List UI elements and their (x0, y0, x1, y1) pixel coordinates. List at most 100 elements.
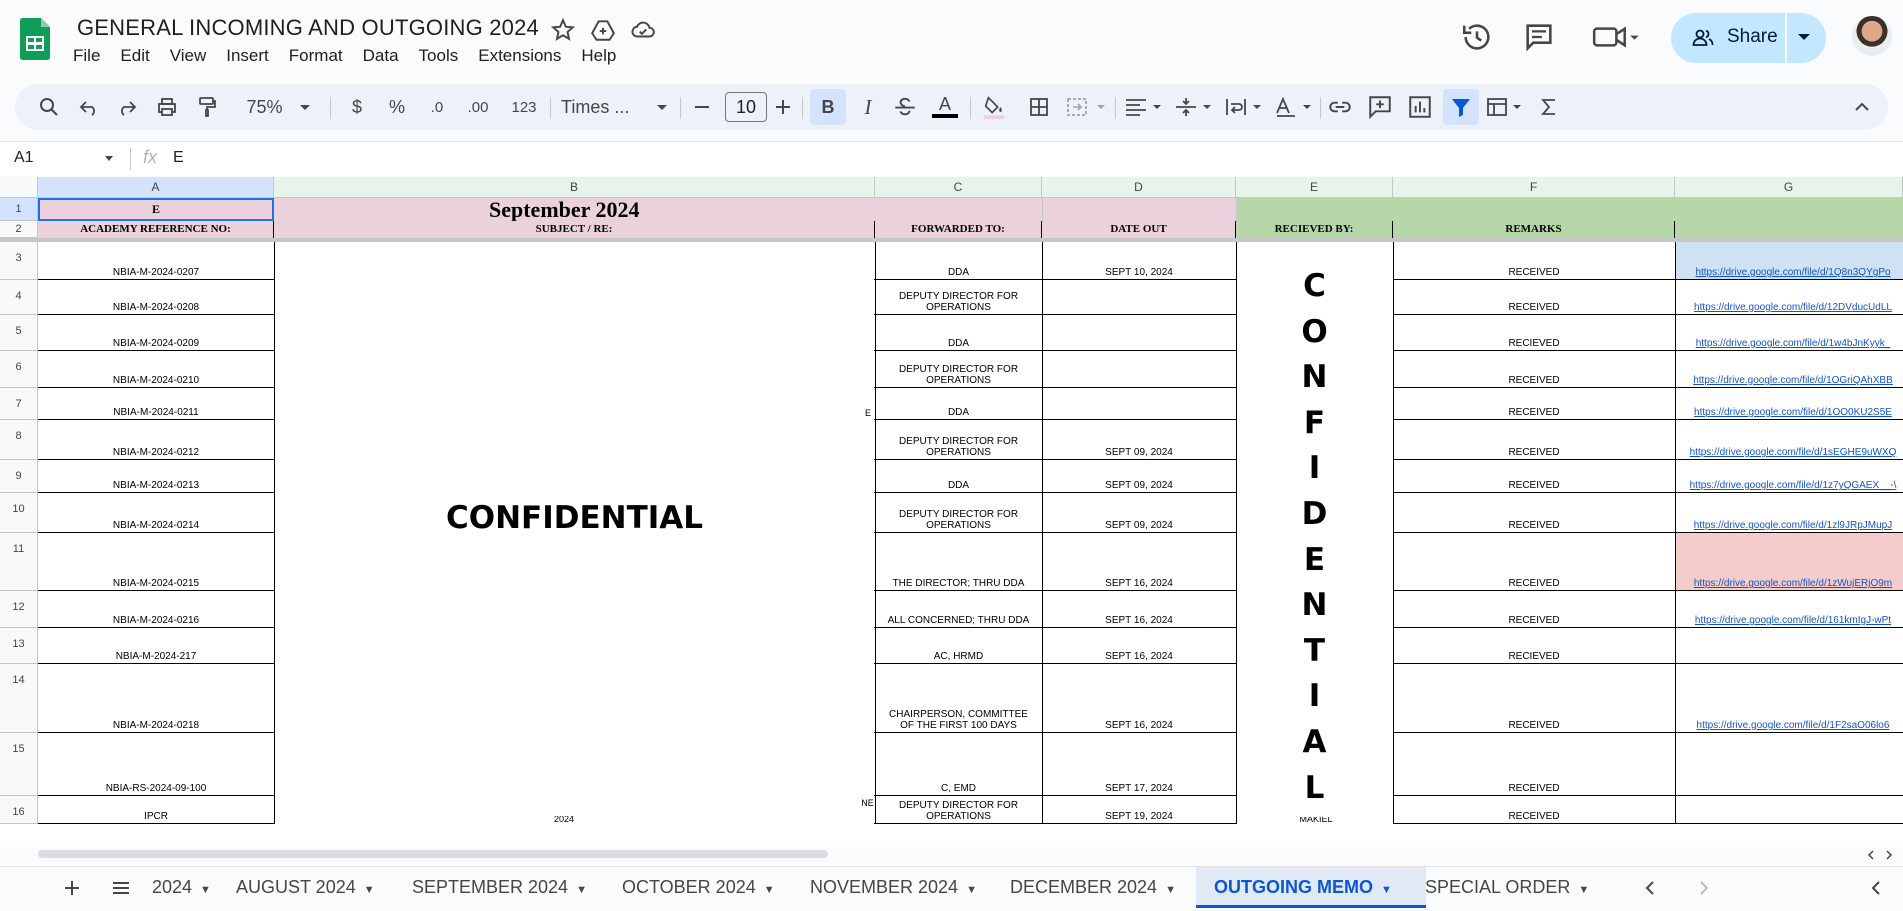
undo-icon[interactable] (77, 94, 101, 120)
tabs-scroll-right-icon[interactable] (1694, 879, 1712, 897)
date-out[interactable] (1042, 388, 1236, 420)
document-title[interactable]: GENERAL INCOMING AND OUTGOING 2024 (77, 15, 539, 41)
header-e[interactable]: RECIEVED BY: (1236, 221, 1393, 238)
search-menus-icon[interactable] (37, 94, 61, 120)
scroll-left-icon[interactable] (1866, 850, 1876, 860)
reference-number[interactable]: IPCR (38, 796, 274, 824)
forwarded-to[interactable]: C, EMD (875, 733, 1042, 796)
reference-number[interactable]: NBIA-M-2024-0211 (38, 388, 274, 420)
menu-help[interactable]: Help (581, 46, 616, 66)
row-header[interactable]: 1 (0, 198, 38, 221)
reference-number[interactable]: NBIA-M-2024-0213 (38, 460, 274, 493)
sheet-tab[interactable]: SPECIAL ORDER ▼ (1425, 867, 1625, 908)
remarks[interactable]: RECEIVED (1393, 533, 1675, 591)
date-out[interactable]: SEPT 09, 2024 (1042, 493, 1236, 533)
drive-link[interactable]: https://drive.google.com/file/d/1zl9JRpJ… (1675, 493, 1903, 533)
row-header[interactable]: 15 (0, 733, 38, 796)
date-out[interactable]: SEPT 16, 2024 (1042, 591, 1236, 628)
meet-icon[interactable] (1590, 20, 1640, 54)
drive-link-text[interactable]: https://drive.google.com/file/d/1F2saO06… (1697, 720, 1890, 731)
fill-color-icon[interactable] (980, 94, 1008, 120)
redo-icon[interactable] (115, 94, 139, 120)
percent-button[interactable]: % (385, 94, 409, 120)
insert-chart-icon[interactable] (1407, 94, 1433, 120)
avatar[interactable] (1852, 16, 1892, 56)
date-out[interactable]: SEPT 10, 2024 (1042, 242, 1236, 280)
reference-number[interactable]: NBIA-M-2024-0207 (38, 242, 274, 280)
row-header[interactable]: 14 (0, 664, 38, 733)
sheet-tab[interactable]: AUGUST 2024 ▼ (236, 867, 399, 908)
horizontal-scrollbar[interactable] (38, 850, 828, 858)
sheet-tab[interactable]: DECEMBER 2024 ▼ (1010, 867, 1195, 908)
row-header[interactable]: 16 (0, 796, 38, 824)
date-out[interactable]: SEPT 16, 2024 (1042, 664, 1236, 733)
forwarded-to[interactable]: THE DIRECTOR; THRU DDA (875, 533, 1042, 591)
decrease-font-size-icon[interactable] (691, 94, 713, 120)
header-f[interactable]: REMARKS (1393, 221, 1675, 238)
confidential-subject[interactable]: CONFIDENTIAL (275, 242, 874, 824)
drive-link-text[interactable]: https://drive.google.com/file/d/1OGriQAh… (1693, 375, 1893, 386)
reference-number[interactable]: NBIA-M-2024-0210 (38, 351, 274, 388)
menu-tools[interactable]: Tools (419, 46, 459, 66)
tab-menu-chevron-icon[interactable]: ▼ (764, 884, 775, 896)
column-header-f[interactable]: F (1393, 177, 1675, 198)
row-header[interactable]: 7 (0, 388, 38, 420)
all-sheets-icon[interactable] (110, 878, 132, 898)
row-header[interactable]: 10 (0, 493, 38, 533)
forwarded-to[interactable]: ALL CONCERNED; THRU DDA (875, 591, 1042, 628)
star-icon[interactable] (550, 17, 576, 43)
header-c[interactable]: FORWARDED TO: (875, 221, 1042, 238)
formula-input[interactable]: E (173, 149, 184, 167)
merge-cells-icon[interactable] (1065, 94, 1111, 120)
font-dropdown-icon[interactable] (655, 94, 669, 120)
drive-link-text[interactable]: https://drive.google.com/file/d/1zWujERj… (1694, 578, 1892, 589)
row-header[interactable]: 4 (0, 280, 38, 315)
horizontal-align-icon[interactable] (1123, 94, 1165, 120)
increase-font-size-icon[interactable] (772, 94, 794, 120)
forwarded-to[interactable]: DEPUTY DIRECTOR FOR OPERATIONS (875, 280, 1042, 315)
drive-link[interactable] (1675, 628, 1903, 664)
insert-comment-icon[interactable] (1367, 94, 1393, 120)
column-header-b[interactable]: B (274, 177, 875, 198)
drive-link-text[interactable]: https://drive.google.com/file/d/1w4bJnKy… (1696, 338, 1891, 349)
header-g[interactable] (1675, 221, 1903, 238)
strikethrough-icon[interactable] (892, 94, 918, 120)
remarks[interactable]: RECIEVED (1393, 628, 1675, 664)
decrease-decimal-button[interactable]: .0 (420, 94, 454, 120)
drive-link-text[interactable]: https://drive.google.com/file/d/12DVducU… (1694, 302, 1892, 313)
drive-link-text[interactable]: https://drive.google.com/file/d/1OO0KU2S… (1694, 407, 1892, 418)
name-box-dropdown-icon[interactable] (104, 155, 114, 163)
tab-menu-chevron-icon[interactable]: ▼ (1381, 884, 1392, 896)
remarks[interactable]: RECEIVED (1393, 733, 1675, 796)
menu-view[interactable]: View (170, 46, 207, 66)
text-rotation-icon[interactable] (1273, 94, 1315, 120)
date-out[interactable]: SEPT 09, 2024 (1042, 460, 1236, 493)
remarks[interactable]: RECEIVED (1393, 420, 1675, 460)
scroll-right-icon[interactable] (1884, 850, 1894, 860)
column-header-a[interactable]: A (38, 177, 274, 198)
tab-menu-chevron-icon[interactable]: ▼ (1165, 884, 1176, 896)
drive-link[interactable]: https://drive.google.com/file/d/1z7yQGAE… (1675, 460, 1903, 493)
drive-link[interactable]: https://drive.google.com/file/d/1OGriQAh… (1675, 351, 1903, 388)
forwarded-to[interactable]: CHAIRPERSON, COMMITTEE OF THE FIRST 100 … (875, 664, 1042, 733)
row-header[interactable]: 5 (0, 315, 38, 351)
borders-icon[interactable] (1027, 94, 1051, 120)
remarks[interactable]: RECEIVED (1393, 493, 1675, 533)
row-header[interactable]: 13 (0, 628, 38, 664)
forwarded-to[interactable]: DDA (875, 388, 1042, 420)
forwarded-to[interactable]: DEPUTY DIRECTOR FOR OPERATIONS (875, 420, 1042, 460)
date-out[interactable]: SEPT 09, 2024 (1042, 420, 1236, 460)
remarks[interactable]: RECEIVED (1393, 460, 1675, 493)
date-out[interactable]: SEPT 16, 2024 (1042, 628, 1236, 664)
row-header[interactable]: 9 (0, 460, 38, 493)
cloud-status-icon[interactable] (630, 17, 656, 43)
date-out[interactable]: SEPT 16, 2024 (1042, 533, 1236, 591)
drive-link[interactable]: https://drive.google.com/file/d/161kmIgJ… (1675, 591, 1903, 628)
row-header[interactable]: 2 (0, 221, 38, 238)
forwarded-to[interactable]: AC, HRMD (875, 628, 1042, 664)
date-out[interactable] (1042, 315, 1236, 351)
header-d[interactable]: DATE OUT (1042, 221, 1236, 238)
remarks[interactable]: RECEIVED (1393, 351, 1675, 388)
functions-icon[interactable] (1537, 94, 1561, 120)
drive-link[interactable]: https://drive.google.com/file/d/1F2saO06… (1675, 664, 1903, 733)
